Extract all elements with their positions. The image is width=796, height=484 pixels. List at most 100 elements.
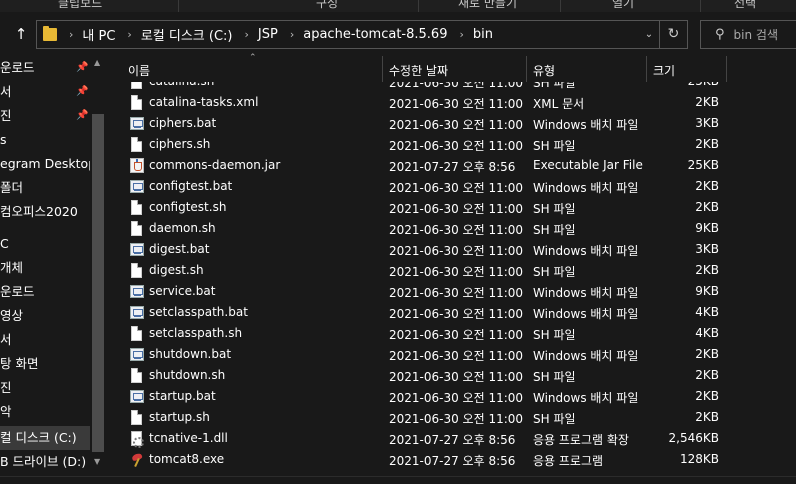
file-name: ciphers.sh xyxy=(149,137,211,151)
table-row[interactable]: ciphers.bat 2021-06-30 오전 11:00 Windows 배치… xyxy=(106,113,726,134)
jar-file-icon xyxy=(130,158,144,173)
file-name: digest.sh xyxy=(149,263,204,277)
file-name: service.bat xyxy=(149,284,216,298)
column-header-size[interactable]: 크기 xyxy=(653,62,675,79)
file-type: SH 파일 xyxy=(533,412,576,426)
batch-file-icon xyxy=(130,242,144,257)
sidebar-item-pc-documents[interactable]: 서 xyxy=(0,328,90,352)
column-header-type[interactable]: 유형 xyxy=(533,62,555,79)
sidebar-item-drive-d[interactable]: B 드라이브 (D:) xyxy=(0,450,90,474)
column-header-date[interactable]: 수정한 날짜 xyxy=(389,62,448,79)
scroll-down-icon[interactable]: ▼ xyxy=(94,457,100,466)
sidebar-item-label: 폴더 xyxy=(0,180,24,195)
chevron-right-icon[interactable]: › xyxy=(127,28,131,41)
breadcrumb-tomcat[interactable]: apache-tomcat-8.5.69 xyxy=(303,27,447,42)
table-row[interactable]: shutdown.sh 2021-06-30 오전 11:00 SH 파일 2KB xyxy=(106,365,726,386)
file-size: 3KB xyxy=(695,116,719,130)
file-size: 3KB xyxy=(695,242,719,256)
sidebar-item-hancom-office[interactable]: 컴오피스2020 xyxy=(0,200,90,224)
breadcrumb-bin[interactable]: bin xyxy=(473,27,493,42)
file-size: 2KB xyxy=(695,137,719,151)
file-type: 응용 프로그램 xyxy=(533,454,604,468)
file-name: setclasspath.bat xyxy=(149,305,248,319)
file-name: commons-daemon.jar xyxy=(149,158,281,172)
sidebar-item-local-disk-c[interactable]: 컬 디스크 (C:) xyxy=(0,426,90,450)
breadcrumb-local-disk[interactable]: 로컬 디스크 (C:) xyxy=(141,25,233,44)
file-date: 2021-06-30 오전 11:00 xyxy=(389,412,524,426)
ribbon-group-labels: 클립보드 구성 새로 만들기 열기 선택 xyxy=(0,0,796,12)
tomcat-app-icon xyxy=(130,452,143,467)
ribbon-group-select: 선택 xyxy=(734,0,757,10)
sidebar-item-desktop[interactable]: 탕 화면 xyxy=(0,352,90,376)
file-date: 2021-06-30 오전 11:00 xyxy=(389,328,524,342)
table-row[interactable]: tcnative-1.dll 2021-07-27 오후 8:56 응용 프로그램 … xyxy=(106,428,726,449)
file-name: setclasspath.sh xyxy=(149,326,243,340)
refresh-icon[interactable]: ↻ xyxy=(659,21,687,48)
sidebar-item-pc-pictures[interactable]: 진 xyxy=(0,376,90,400)
chevron-right-icon[interactable]: › xyxy=(459,28,463,41)
search-icon: ⚲ xyxy=(715,27,725,42)
table-row[interactable]: startup.bat 2021-06-30 오전 11:00 Windows 배치… xyxy=(106,386,726,407)
sidebar-item-music[interactable]: 악 xyxy=(0,400,90,424)
ribbon-group-open: 열기 xyxy=(612,0,635,10)
file-name: startup.sh xyxy=(149,410,210,424)
sidebar-item-pc-downloads[interactable]: 운로드 xyxy=(0,280,90,304)
pin-icon: 📌 xyxy=(76,110,89,121)
table-row[interactable]: setclasspath.sh 2021-06-30 오전 11:00 SH 파일 4… xyxy=(106,323,726,344)
file-icon xyxy=(130,200,143,215)
sidebar-item-this-pc[interactable]: C xyxy=(0,232,90,256)
table-row[interactable]: configtest.bat 2021-06-30 오전 11:00 Windows… xyxy=(106,176,726,197)
ribbon-group-new: 새로 만들기 xyxy=(458,0,518,10)
table-row[interactable]: service.bat 2021-06-30 오전 11:00 Windows 배치… xyxy=(106,281,726,302)
search-input[interactable]: bin 검색 xyxy=(734,26,778,43)
navigation-pane: 운로드 📌 서 📌 진 📌 s egram Desktop 폴더 컴오피스2020 C… xyxy=(0,56,106,476)
breadcrumb-this-pc[interactable]: 내 PC xyxy=(82,25,115,44)
batch-file-icon xyxy=(130,284,144,299)
sidebar-item-folder[interactable]: 폴더 xyxy=(0,176,90,200)
table-row[interactable]: digest.sh 2021-06-30 오전 11:00 SH 파일 2KB xyxy=(106,260,726,281)
sort-up-icon: ⌃ xyxy=(249,53,257,63)
file-size: 2KB xyxy=(695,179,719,193)
sidebar-item-videos[interactable]: 영상 xyxy=(0,304,90,328)
chevron-right-icon[interactable]: › xyxy=(290,28,294,41)
file-size: 2KB xyxy=(695,410,719,424)
sidebar-scrollbar[interactable]: ▲ ▼ xyxy=(90,56,106,476)
table-row[interactable]: commons-daemon.jar 2021-07-27 오후 8:56 Exec… xyxy=(106,155,726,176)
batch-file-icon xyxy=(130,116,144,131)
table-row[interactable]: startup.sh 2021-06-30 오전 11:00 SH 파일 2KB xyxy=(106,407,726,428)
sidebar-item-telegram-desktop[interactable]: egram Desktop xyxy=(0,152,96,176)
sidebar-item-s[interactable]: s xyxy=(0,128,90,152)
up-arrow-icon[interactable]: ↑ xyxy=(14,26,28,42)
file-date: 2021-06-30 오전 11:00 xyxy=(389,370,524,384)
chevron-right-icon[interactable]: › xyxy=(69,28,73,41)
chevron-right-icon[interactable]: › xyxy=(245,28,249,41)
sidebar-item-label: 진 xyxy=(0,380,12,395)
chevron-down-icon[interactable]: ⌄ xyxy=(639,29,659,40)
table-row[interactable]: shutdown.bat 2021-06-30 오전 11:00 Windows 배… xyxy=(106,344,726,365)
sidebar-item-label: B 드라이브 (D:) xyxy=(0,454,87,469)
sidebar-item-pictures[interactable]: 진 📌 xyxy=(0,104,90,128)
table-row[interactable]: ciphers.sh 2021-06-30 오전 11:00 SH 파일 2KB xyxy=(106,134,726,155)
sidebar-item-label: egram Desktop xyxy=(0,156,97,171)
sidebar-item-3d-objects[interactable]: 개체 xyxy=(0,256,90,280)
file-date: 2021-06-30 오전 11:00 xyxy=(389,202,524,216)
search-box[interactable]: ⚲ bin 검색 xyxy=(700,20,796,49)
batch-file-icon xyxy=(130,179,144,194)
table-row[interactable]: catalina-tasks.xml 2021-06-30 오전 11:00 XML… xyxy=(106,92,726,113)
address-bar[interactable]: › 내 PC › 로컬 디스크 (C:) › JSP › apache-tomc… xyxy=(36,20,688,49)
scroll-up-icon[interactable]: ▲ xyxy=(94,58,100,67)
table-row[interactable]: tomcat8.exe 2021-07-27 오후 8:56 응용 프로그램 128K… xyxy=(106,449,726,470)
table-row[interactable]: setclasspath.bat 2021-06-30 오전 11:00 Windo… xyxy=(106,302,726,323)
table-row[interactable]: configtest.sh 2021-06-30 오전 11:00 SH 파일 2KB xyxy=(106,197,726,218)
file-name: ciphers.bat xyxy=(149,116,217,130)
file-name: configtest.bat xyxy=(149,179,233,193)
file-icon xyxy=(130,263,143,278)
column-header-name[interactable]: 이름 xyxy=(128,62,150,79)
sidebar-item-documents[interactable]: 서 📌 xyxy=(0,80,90,104)
sidebar-item-downloads[interactable]: 운로드 📌 xyxy=(0,56,90,80)
scrollbar-thumb[interactable] xyxy=(92,114,104,452)
file-icon xyxy=(130,221,143,236)
table-row[interactable]: daemon.sh 2021-06-30 오전 11:00 SH 파일 9KB xyxy=(106,218,726,239)
table-row[interactable]: digest.bat 2021-06-30 오전 11:00 Windows 배치 … xyxy=(106,239,726,260)
breadcrumb-jsp[interactable]: JSP xyxy=(258,27,278,42)
